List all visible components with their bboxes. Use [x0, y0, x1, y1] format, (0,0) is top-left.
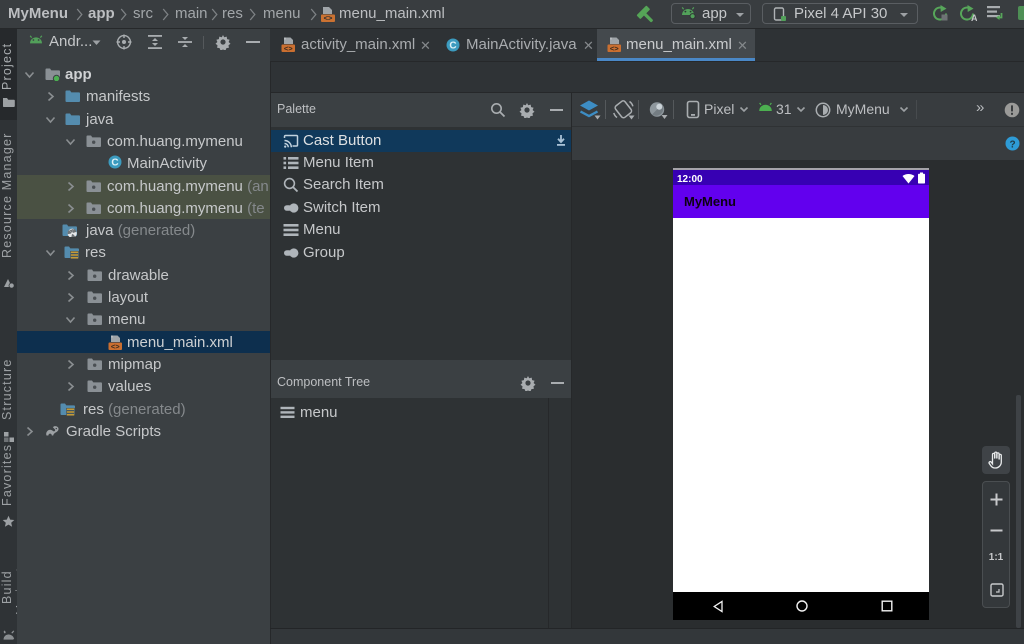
- svg-text:?: ?: [1009, 139, 1015, 150]
- svg-text:A: A: [971, 13, 977, 23]
- svg-text:<>: <>: [324, 14, 333, 23]
